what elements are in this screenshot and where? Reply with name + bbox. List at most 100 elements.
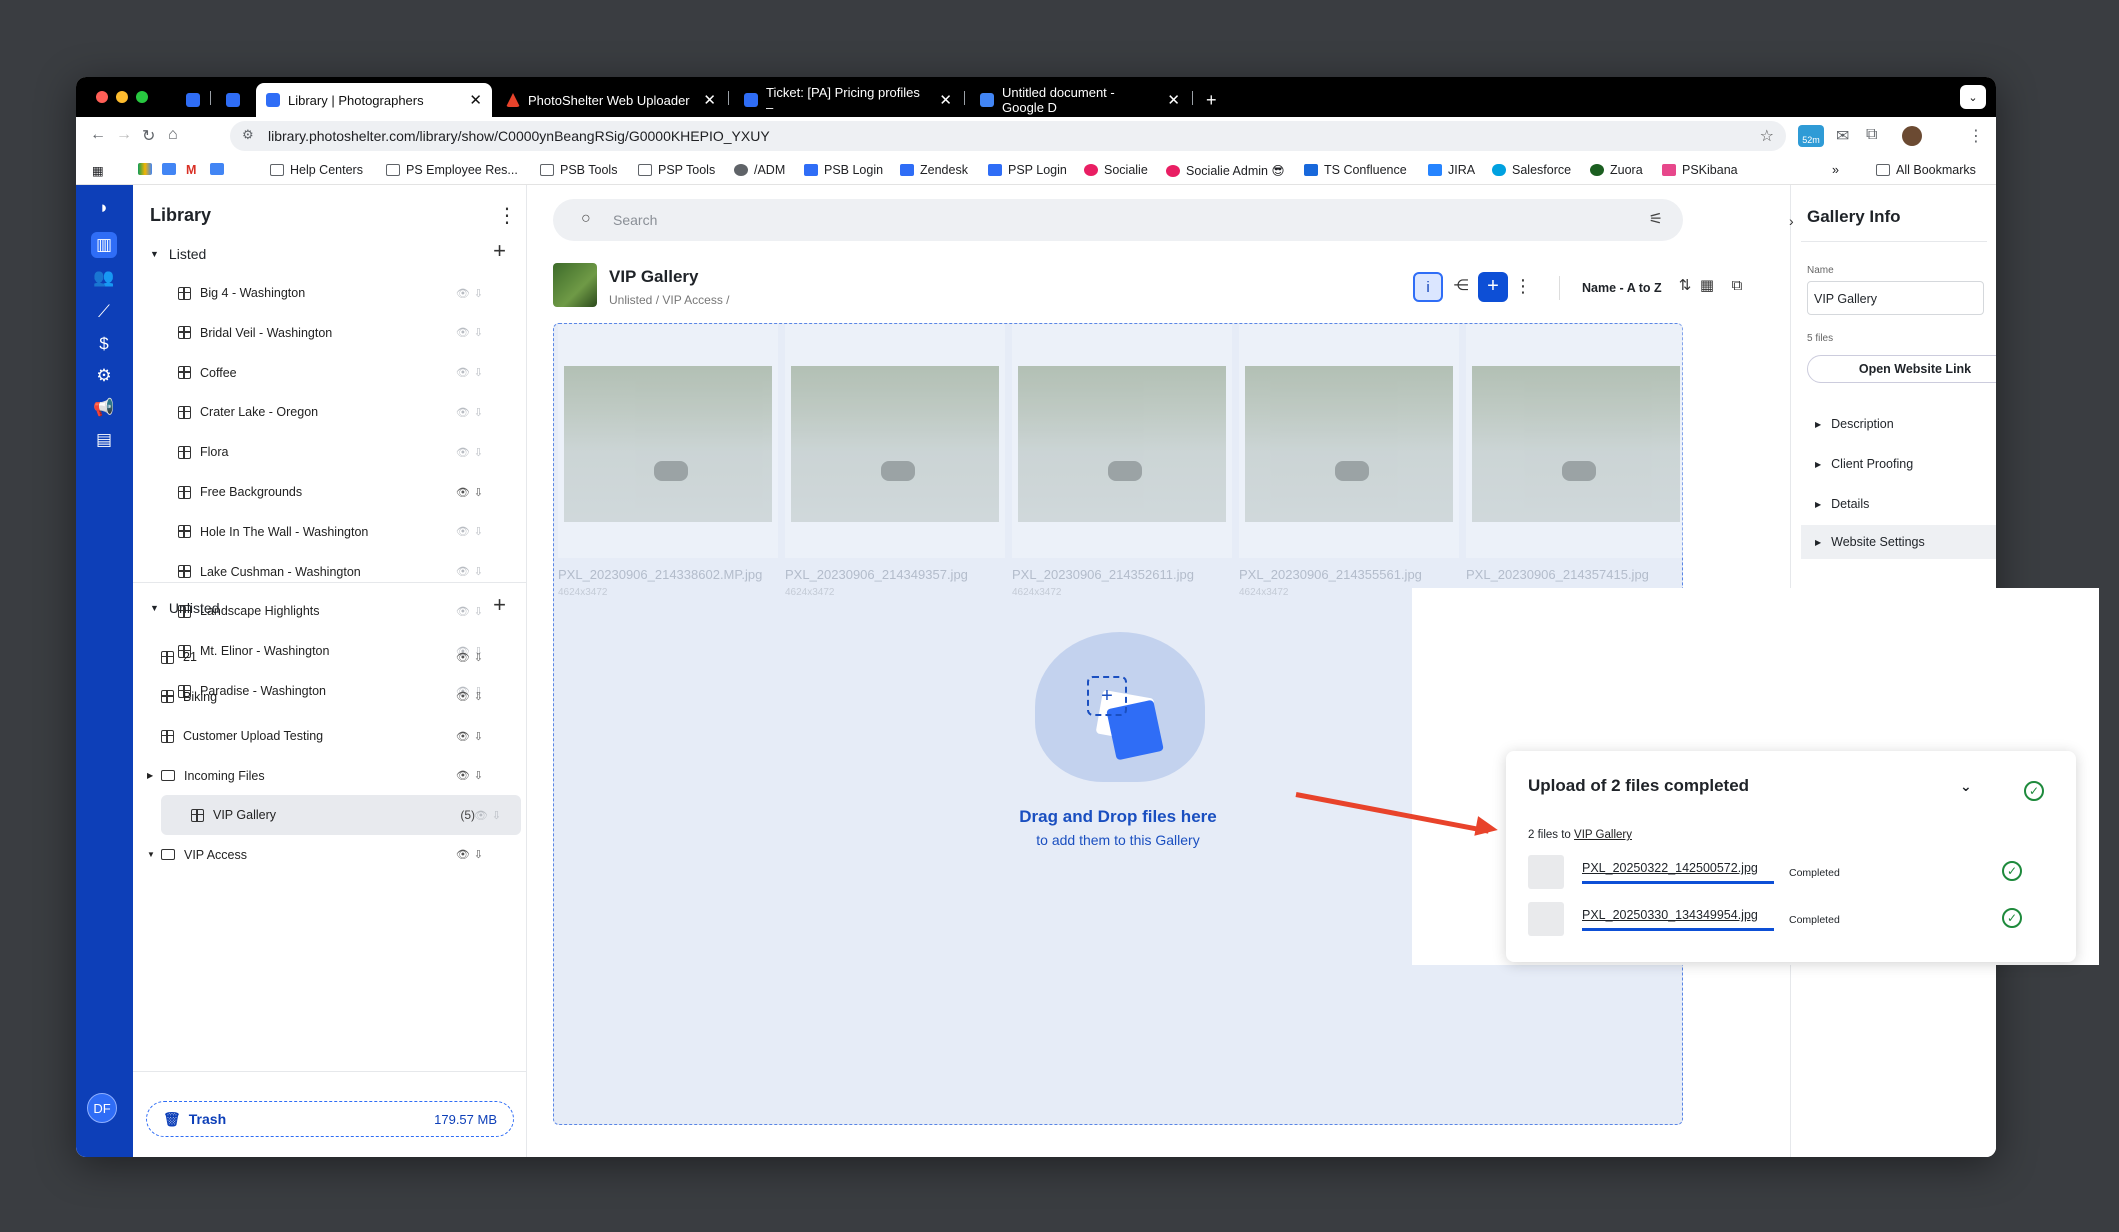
back-icon[interactable]: ←	[90, 126, 106, 144]
bookmark-pskibana[interactable]: PSKibana	[1662, 163, 1738, 177]
filter-icon[interactable]: ⚟	[1649, 209, 1663, 229]
photo-thumbnail[interactable]	[1018, 366, 1226, 522]
layout-icon[interactable]: ▤	[91, 427, 117, 453]
sidebar-item[interactable]: Biking 👁⇩	[133, 677, 503, 717]
close-tab-icon[interactable]: ✕	[1157, 91, 1180, 109]
gallery-name-field[interactable]: VIP Gallery	[1807, 281, 1984, 315]
breadcrumb[interactable]: Unlisted / VIP Access /	[609, 293, 730, 307]
maximize-window-button[interactable]	[136, 91, 148, 103]
unlisted-section-toggle[interactable]: ▼ Unlisted	[150, 600, 220, 616]
more-options-icon[interactable]: ⋮	[1508, 272, 1538, 302]
sidebar-item[interactable]: Lake Cushman - Washington 👁⇩	[133, 552, 503, 592]
bookmark-socialie-admin[interactable]: Socialie Admin 😎	[1166, 163, 1285, 178]
photo-thumbnail[interactable]	[1472, 366, 1680, 522]
google-drive-icon[interactable]	[138, 163, 158, 175]
sidebar-item[interactable]: Bridal Veil - Washington 👁⇩	[133, 313, 503, 353]
add-listed-button[interactable]: +	[493, 238, 506, 264]
photo-thumbnail[interactable]	[564, 366, 772, 522]
library-icon[interactable]: ▥	[91, 232, 117, 258]
tab-search-button[interactable]: ⌄	[1960, 85, 1986, 109]
site-info-icon[interactable]: ⚙	[242, 127, 254, 143]
sidebar-item[interactable]: Crater Lake - Oregon 👁⇩	[133, 392, 503, 432]
details-section[interactable]: ▶ Details	[1801, 487, 1996, 521]
dollar-icon[interactable]: $	[91, 331, 117, 357]
destination-link[interactable]: VIP Gallery	[1574, 829, 1632, 841]
sidebar-item[interactable]: Coffee 👁⇩	[133, 353, 503, 393]
user-avatar[interactable]: DF	[87, 1093, 117, 1123]
close-tab-icon[interactable]: ✕	[929, 91, 952, 109]
listed-section-toggle[interactable]: ▼ Listed	[150, 246, 206, 262]
sidebar-item[interactable]: Customer Upload Testing 👁⇩	[133, 716, 503, 756]
collapse-chevron-icon[interactable]: ⌄	[1960, 778, 1972, 795]
close-tab-icon[interactable]: ✕	[693, 91, 716, 109]
bookmark-salesforce[interactable]: Salesforce	[1492, 163, 1571, 177]
gmail-icon[interactable]: M	[186, 163, 196, 177]
search-bar[interactable]: ○ Search ⚟	[553, 199, 1683, 241]
bookmark-psb-tools[interactable]: PSB Tools	[540, 163, 617, 177]
tab-library[interactable]: Library | Photographers ✕	[256, 83, 492, 117]
library-menu-icon[interactable]: ⋮	[497, 203, 517, 228]
browser-menu-icon[interactable]: ⋮	[1968, 126, 1984, 146]
open-website-link-button[interactable]: Open Website Link	[1807, 355, 1996, 383]
home-icon[interactable]: ⌂	[168, 126, 178, 144]
bookmark-psp-login[interactable]: PSP Login	[988, 163, 1067, 177]
apps-grid-icon[interactable]: ▦	[92, 163, 104, 178]
bookmark-zuora[interactable]: Zuora	[1590, 163, 1643, 177]
bookmark-socialie[interactable]: Socialie	[1084, 163, 1148, 177]
sidebar-item-vip-gallery[interactable]: VIP Gallery (5) 👁⇩	[161, 795, 521, 835]
bookmark-psb-login[interactable]: PSB Login	[804, 163, 883, 177]
calendar-icon[interactable]	[162, 163, 182, 175]
sidebar-item[interactable]: 21 👁⇩	[133, 637, 503, 677]
address-bar[interactable]: ⚙ library.photoshelter.com/library/show/…	[230, 121, 1786, 151]
new-tab-button[interactable]: +	[1196, 83, 1226, 117]
website-settings-section[interactable]: ▶ Website Settings	[1801, 525, 1996, 559]
all-bookmarks[interactable]: All Bookmarks	[1876, 163, 1976, 177]
bookmark-jira[interactable]: JIRA	[1428, 163, 1475, 177]
settings-icon[interactable]: ⚙	[91, 363, 117, 389]
megaphone-icon[interactable]: 📢	[91, 395, 117, 421]
mail-extension-icon[interactable]: ✉	[1836, 126, 1849, 146]
sort-dropdown[interactable]: Name - A to Z	[1582, 281, 1662, 295]
client-proofing-section[interactable]: ▶ Client Proofing	[1801, 447, 1996, 481]
photoshelter-logo-icon[interactable]: ◗	[91, 195, 117, 221]
reload-icon[interactable]: ↻	[142, 126, 155, 146]
trash-button[interactable]: 🗑 Trash 179.57 MB	[146, 1101, 514, 1137]
timer-extension-badge[interactable]: 52m	[1798, 125, 1824, 147]
photo-thumbnail[interactable]	[1245, 366, 1453, 522]
caret-right-icon[interactable]: ▶	[147, 771, 153, 780]
pinned-tab-2[interactable]	[216, 83, 250, 117]
close-tab-icon[interactable]: ✕	[459, 91, 482, 109]
share-icon[interactable]: ⋲	[1446, 272, 1476, 302]
bookmark-zendesk[interactable]: Zendesk	[900, 163, 968, 177]
upload-filename[interactable]: PXL_20250330_134349954.jpg	[1582, 908, 1758, 922]
minimize-window-button[interactable]	[116, 91, 128, 103]
bookmark-ps-employee-res[interactable]: PS Employee Res...	[386, 163, 518, 177]
description-section[interactable]: ▶ Description	[1801, 407, 1996, 441]
people-icon[interactable]: 👥	[91, 265, 117, 291]
sidebar-item[interactable]: ▼ VIP Access 👁⇩	[133, 835, 503, 875]
more-bookmarks-icon[interactable]: »	[1832, 163, 1839, 177]
grid-view-icon[interactable]: ▦	[1692, 272, 1722, 302]
photo-thumbnail[interactable]	[791, 366, 999, 522]
sidebar-item[interactable]: ▶ Incoming Files 👁⇩	[133, 756, 503, 796]
tab-web-uploader[interactable]: PhotoShelter Web Uploader ✕	[496, 83, 726, 117]
pinned-tab-1[interactable]	[176, 83, 210, 117]
caret-down-icon[interactable]: ▼	[147, 850, 155, 859]
search-input[interactable]: Search	[613, 212, 657, 228]
sidebar-item[interactable]: Big 4 - Washington 👁⇩	[133, 273, 503, 313]
bookmark-psp-tools[interactable]: PSP Tools	[638, 163, 715, 177]
analytics-icon[interactable]: ⟋	[91, 299, 117, 325]
bookmark-star-icon[interactable]: ☆	[1760, 126, 1774, 146]
forward-icon[interactable]: →	[116, 126, 132, 144]
add-button[interactable]: +	[1478, 272, 1508, 302]
collapse-panel-icon[interactable]: ›	[1789, 213, 1794, 229]
bookmark-help-centers[interactable]: Help Centers	[270, 163, 363, 177]
bookmark-adm[interactable]: /ADM	[734, 163, 785, 177]
tab-google-doc[interactable]: Untitled document - Google D ✕	[970, 83, 1190, 117]
profile-avatar[interactable]	[1902, 126, 1922, 146]
multi-select-icon[interactable]: ⧉	[1722, 272, 1752, 302]
upload-filename[interactable]: PXL_20250322_142500572.jpg	[1582, 861, 1758, 875]
sidebar-item[interactable]: Hole In The Wall - Washington 👁⇩	[133, 512, 503, 552]
bookmark-ts-confluence[interactable]: TS Confluence	[1304, 163, 1407, 177]
info-button[interactable]: i	[1413, 272, 1443, 302]
